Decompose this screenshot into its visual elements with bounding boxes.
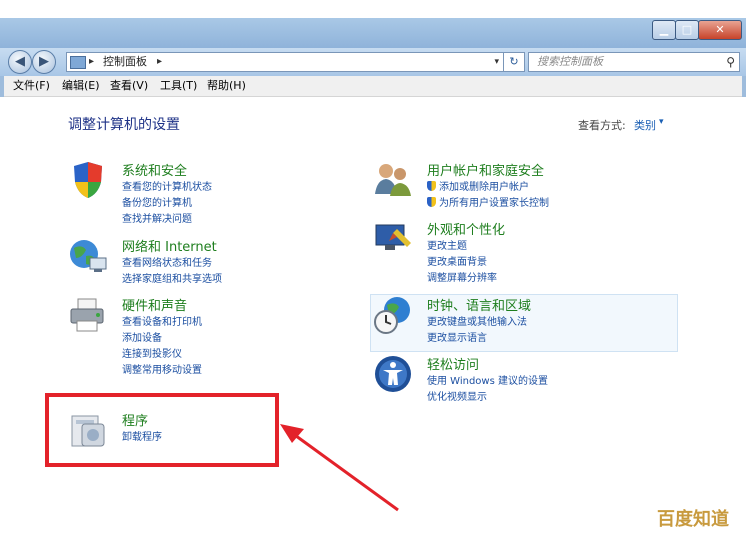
watermark-logo: 百度知道 xyxy=(657,509,729,530)
pointer-arrow-icon xyxy=(280,424,399,512)
